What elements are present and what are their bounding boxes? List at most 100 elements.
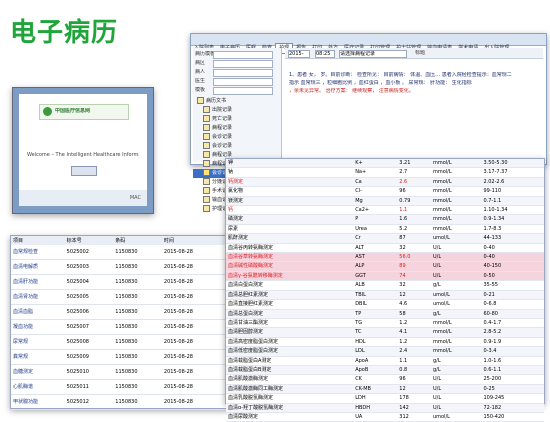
emr-window: 入院列表电子病历医嘱检查护理报告打印处方医疗记录打印管理护士站管理输血申请表学术… [190, 33, 547, 212]
filter-input[interactable] [213, 69, 273, 77]
result-cell: 血清碱性磷酸酶测定 [226, 261, 354, 272]
result-cell: 4.6 [397, 299, 431, 310]
record-type-select[interactable]: 请选择病程记录 [339, 50, 407, 58]
table-row[interactable]: 血清肝功能502500411508302015-08-28已审 [11, 274, 249, 290]
result-row[interactable]: 血清总胆红素测定 TBIL 12 umol/L 0-21 [226, 290, 544, 301]
filter-row: 医生 [195, 77, 279, 86]
result-cell: 12 [397, 384, 431, 395]
table-row[interactable]: 血清电解质502500311508302015-08-28已审 [11, 259, 249, 275]
tree-item[interactable]: 会诊记录 [193, 133, 281, 142]
result-row[interactable]: 钙测定 Ca 2.6 mmol/L 2.02-2.6 [226, 177, 544, 188]
column-header[interactable]: 标本号 [64, 236, 114, 245]
result-row[interactable]: 血清γ-谷氨酰转移酶测定 GGT 74 U/L 0-50 [226, 271, 544, 282]
time-field[interactable]: 08:25 [315, 50, 335, 58]
footer-label: MAC [129, 195, 141, 201]
result-row[interactable]: 血清碱性磷酸酶测定 ALP 89 U/L 40-150 [226, 261, 544, 272]
result-row[interactable]: 血清高密度脂蛋白测定 HDL 1.2 mmol/L 0.9-1.9 [226, 337, 544, 348]
result-row[interactable]: 血清乳酸脱氢酶测定 LDH 178 U/L 109-245 [226, 393, 544, 404]
result-cell: CK [353, 374, 398, 385]
doc-line-3: ，余未见异常。 治疗方案： 继续观察， 注意病情变化。 [289, 88, 414, 94]
filter-row: 病人 [195, 68, 279, 77]
filter-input[interactable] [213, 60, 273, 68]
table-row[interactable]: 凝血功能502500711508302015-08-28已审 [11, 319, 249, 335]
result-cell: HDL [353, 337, 398, 348]
table-cell: 1150830 [113, 364, 162, 380]
filter-row: 病历模板 [195, 50, 279, 59]
result-cell: 血清甘油三酯测定 [226, 318, 354, 329]
doc-line-2: 指示 血常规三 ，粒细胞比例 ，血红蛋白 ，血小板 。 尿常规： 肝功能： 生化… [289, 80, 472, 86]
table-cell: 2015-08-28 [161, 289, 224, 305]
result-cell: 血清尿酸测定 [226, 412, 354, 422]
table-cell: 2015-08-28 [161, 364, 224, 380]
result-row[interactable]: 血清α-羟丁酸脱氢酶测定 HBDH 142 U/L 72-182 [226, 403, 544, 413]
table-row[interactable]: 尿常规502500811508302015-08-28已审 [11, 334, 249, 350]
date-field[interactable]: 2015- [288, 50, 310, 58]
result-cell: 钠 [226, 167, 354, 178]
result-cell: U/L [430, 243, 482, 254]
result-row[interactable]: 钠 Na+ 2.7 mmol/L 3.17-7.37 [226, 167, 544, 178]
column-header[interactable]: 时间 [161, 236, 224, 245]
doc-line-1: 1、患者 女， 岁。目前诊断： 检查所见： 目前病情： 体温、血压… 患者入院经… [289, 72, 512, 78]
result-cell: CK-MB [353, 384, 398, 395]
result-row[interactable]: 血清直接胆红素测定 DBIL 4.6 umol/L 0-6.8 [226, 299, 544, 310]
result-row[interactable]: 血清肌酸激酶测定 CK 96 U/L 25-200 [226, 374, 544, 385]
table-row[interactable]: 血糖测定502501011508302015-08-28已审 [11, 364, 249, 380]
result-cell: ApoA [353, 356, 398, 366]
tree-item[interactable]: 病历文书 [193, 97, 281, 106]
tree-item[interactable]: 病程记录 [193, 124, 281, 133]
result-row[interactable]: 血清载脂蛋白A测定 ApoA 1.1 g/L 1.0-1.6 [226, 356, 544, 366]
table-cell: 2015-08-28 [161, 334, 224, 350]
result-row[interactable]: 血清低密度脂蛋白测定 LDL 2.4 mmol/L 0-3.4 [226, 346, 544, 357]
result-row[interactable]: 血清谷草转氨酶测定 AST 56.0 U/L 0-40 [226, 252, 544, 263]
filter-label: 医生 [195, 78, 206, 84]
table-row[interactable]: 血常规检查502500211508302015-08-28已审 [11, 245, 249, 260]
column-header[interactable]: 项目 [11, 236, 65, 245]
result-row[interactable]: 血清白蛋白测定 ALB 32 g/L 35-55 [226, 280, 544, 291]
result-cell: mmol/L [430, 196, 482, 207]
filter-input[interactable] [213, 87, 273, 95]
result-cell: mmol/L [430, 337, 482, 348]
table-row[interactable]: 血清肾功能502500511508302015-08-28已审 [11, 289, 249, 305]
result-row[interactable]: 尿素 Urea 5.2 mmol/L 1.7-8.3 [226, 224, 544, 235]
result-cell: U/L [430, 374, 482, 385]
result-row[interactable]: 钾 K+ 3.21 mmol/L 3.50-5.30 [226, 159, 544, 169]
result-row[interactable]: 血清甘油三酯测定 TG 1.2 mmol/L 0.4-1.7 [226, 318, 544, 329]
result-row[interactable]: 磷测定 P 1.6 mmol/L 0.9-1.34 [226, 214, 544, 225]
result-cell: 血清肌酸激酶同工酶测定 [226, 384, 354, 395]
tree-item[interactable]: 出院记录 [193, 106, 281, 115]
result-cell: mmol/L [430, 214, 482, 225]
result-cell: 4.1 [397, 327, 431, 338]
result-row[interactable]: 钙 Ca2+ 1.1 mmol/L 1.10-1.34 [226, 205, 544, 216]
table-row[interactable]: 粪常规502500911508302015-08-28已审 [11, 349, 249, 365]
table-row[interactable]: 血清血脂502500611508302015-08-28已审 [11, 304, 249, 320]
result-row[interactable]: 血清尿酸测定 UA 312 umol/L 150-420 [226, 412, 544, 422]
result-row[interactable]: 血清胆固醇测定 TC 4.1 mmol/L 2.8-5.2 [226, 327, 544, 338]
folder-icon [203, 205, 210, 212]
result-row[interactable]: 血清谷丙转氨酶测定 ALT 32 U/L 0-40 [226, 243, 544, 254]
result-row[interactable]: 镁测定 Mg 0.79 mmol/L 0.7-1.1 [226, 196, 544, 207]
result-cell: mmol/L [430, 205, 482, 216]
result-row[interactable]: 血清载脂蛋白B测定 ApoB 0.8 g/L 0.6-1.1 [226, 365, 544, 376]
table-row[interactable]: 甲状腺功能502501211508302015-08-28已审 [11, 394, 249, 410]
result-cell: 血清白蛋白测定 [226, 280, 354, 291]
table-cell: 血清肾功能 [11, 289, 65, 305]
result-cell: 96 [397, 374, 431, 385]
filter-input[interactable] [213, 51, 273, 59]
table-cell: 2015-08-28 [161, 245, 224, 260]
result-cell: Ca [353, 177, 398, 188]
document-editor[interactable]: 1、患者 女， 岁。目前诊断： 检查所见： 目前病情： 体温、血压… 患者入院经… [285, 60, 543, 160]
table-cell: 1150830 [113, 245, 162, 260]
filter-label: 模板 [195, 87, 206, 93]
result-row[interactable]: 氯化物 Cl- 96 mmol/L 99-110 [226, 186, 544, 197]
filter-input[interactable] [213, 78, 273, 86]
result-row[interactable]: 血清总蛋白测定 TP 58 g/L 60-80 [226, 309, 544, 319]
tree-item[interactable]: 死亡记录 [193, 115, 281, 124]
result-cell: 血清总蛋白测定 [226, 309, 354, 319]
table-row[interactable]: 心肌酶谱502501111508302015-08-28已审 [11, 379, 249, 395]
folder-icon [203, 133, 210, 140]
result-row[interactable]: 肌酐测定 Cr 87 umol/L 44-133 [226, 233, 544, 244]
result-row[interactable]: 血清肌酸激酶同工酶测定 CK-MB 12 U/L 0-25 [226, 384, 544, 395]
tree-item[interactable]: 会诊记录 [193, 142, 281, 151]
enter-button[interactable] [71, 166, 97, 176]
column-header[interactable]: 条码 [113, 236, 162, 245]
